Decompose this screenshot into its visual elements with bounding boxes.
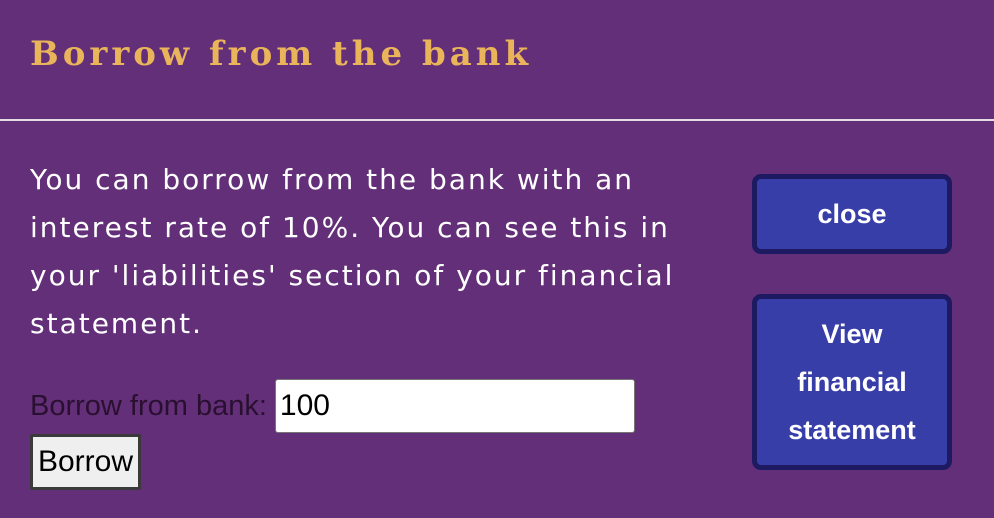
borrow-dialog: Borrow from the bank You can borrow from… <box>0 0 994 518</box>
borrow-amount-row: Borrow from bank: <box>30 378 635 434</box>
borrow-amount-input[interactable] <box>274 379 635 433</box>
borrow-amount-label: Borrow from bank: <box>30 389 267 422</box>
view-financial-statement-button[interactable]: View financial statement <box>752 294 952 470</box>
dialog-message: You can borrow from the bank with an int… <box>30 163 675 340</box>
view-financial-statement-label: View financial statement <box>788 319 916 445</box>
close-button[interactable]: close <box>752 174 952 254</box>
dialog-title: Borrow from the bank <box>30 34 533 74</box>
borrow-button[interactable]: Borrow <box>30 434 141 490</box>
title-divider <box>0 119 994 121</box>
